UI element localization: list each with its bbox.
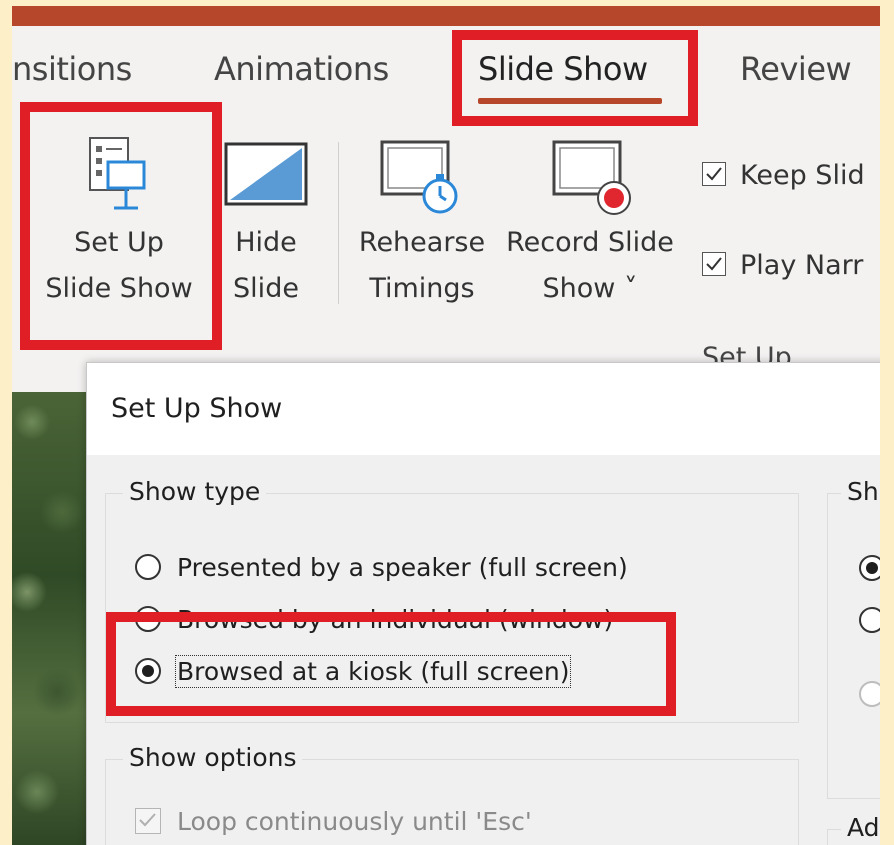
title-bar bbox=[12, 6, 880, 26]
active-tab-underline bbox=[478, 98, 662, 104]
record-slide-show-line2: Show ˅ bbox=[542, 273, 638, 304]
radio-label-individual: Browsed by an individual (window) bbox=[177, 605, 614, 634]
ribbon-separator bbox=[338, 142, 339, 304]
hide-slide-icon bbox=[216, 128, 316, 220]
hide-slide-button[interactable]: Hide Slide bbox=[216, 128, 316, 312]
checkbox-checked-icon bbox=[702, 161, 726, 186]
loop-continuously-label: Loop continuously until 'Esc' bbox=[177, 807, 532, 836]
slide-background-photo bbox=[12, 392, 86, 845]
keep-slides-label: Keep Slid bbox=[740, 160, 865, 191]
show-type-label: Show type bbox=[123, 477, 267, 506]
rehearse-timings-icon bbox=[352, 128, 492, 220]
radio-button-icon bbox=[135, 554, 161, 580]
radio-presented-by-speaker[interactable]: Presented by a speaker (full screen) bbox=[135, 553, 628, 582]
tab-review[interactable]: Review bbox=[740, 50, 852, 88]
loop-continuously-checkbox[interactable]: Loop continuously until 'Esc' bbox=[135, 807, 532, 836]
show-options-label: Show options bbox=[123, 743, 303, 772]
powerpoint-window: nsitions Animations Slide Show Review Se bbox=[12, 6, 880, 845]
keep-slides-updated-checkbox[interactable]: Keep Slid bbox=[702, 160, 865, 191]
tab-slide-show[interactable]: Slide Show bbox=[478, 50, 648, 88]
set-up-slide-show-line2: Slide Show bbox=[45, 273, 193, 304]
checkbox-checked-icon bbox=[702, 251, 726, 276]
hide-slide-line2: Slide bbox=[233, 273, 299, 304]
radio-browsed-at-kiosk[interactable]: Browsed at a kiosk (full screen) bbox=[135, 655, 735, 688]
radio-browsed-by-individual[interactable]: Browsed by an individual (window) bbox=[135, 605, 613, 634]
record-icon bbox=[500, 128, 680, 220]
advance-group-label: Ad bbox=[841, 813, 880, 842]
right-radio-disabled-icon[interactable] bbox=[859, 681, 880, 707]
set-up-show-dialog: Set Up Show Show type Presented by a spe… bbox=[86, 362, 880, 845]
hide-slide-line1: Hide bbox=[235, 227, 297, 258]
radio-label-kiosk: Browsed at a kiosk (full screen) bbox=[174, 655, 572, 688]
radio-button-selected-icon bbox=[135, 658, 161, 684]
right-group-label: Sh bbox=[841, 477, 880, 506]
tab-animations[interactable]: Animations bbox=[214, 50, 389, 88]
show-slides-group bbox=[827, 493, 880, 799]
right-radio-icon[interactable] bbox=[859, 607, 880, 633]
set-up-slide-show-button[interactable]: Set Up Slide Show bbox=[34, 128, 204, 312]
radio-label-speaker: Presented by a speaker (full screen) bbox=[177, 553, 628, 582]
set-up-slide-show-line1: Set Up bbox=[74, 227, 164, 258]
checkbox-disabled-icon bbox=[135, 808, 161, 834]
play-narrations-checkbox[interactable]: Play Narr bbox=[702, 250, 863, 281]
right-radio-selected-icon[interactable] bbox=[859, 555, 880, 581]
setup-slideshow-icon bbox=[34, 128, 204, 220]
record-slide-show-button[interactable]: Record Slide Show ˅ bbox=[500, 128, 680, 312]
rehearse-timings-button[interactable]: Rehearse Timings bbox=[352, 128, 492, 312]
dialog-title: Set Up Show bbox=[111, 393, 283, 424]
tab-transitions[interactable]: nsitions bbox=[12, 50, 132, 88]
ribbon-panel: Set Up Slide Show Hide Slide Rehearse Ti… bbox=[12, 110, 880, 380]
play-narrations-label: Play Narr bbox=[740, 250, 864, 281]
rehearse-timings-line2: Timings bbox=[369, 273, 475, 304]
ribbon-tabs: nsitions Animations Slide Show Review bbox=[12, 26, 880, 110]
radio-button-icon bbox=[135, 606, 161, 632]
dialog-body: Show type Presented by a speaker (full s… bbox=[87, 455, 880, 845]
